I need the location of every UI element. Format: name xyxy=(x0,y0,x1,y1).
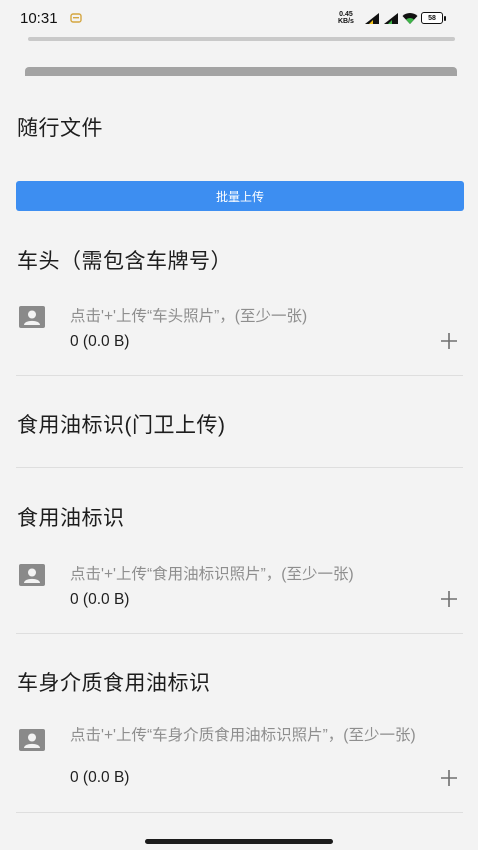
photo-icon xyxy=(19,729,45,751)
section-title-body-oil-mark: 车身介质食用油标识 xyxy=(17,672,211,695)
scroll-remnant-bar xyxy=(25,67,457,76)
file-size-vehicle-head: 0 (0.0 B) xyxy=(70,333,130,350)
upload-hint-body-oil-mark: 点击'+'上传“车身介质食用油标识照片”，(至少一张) xyxy=(70,727,416,744)
status-bar: 10:31 0.45 KB/s 58 xyxy=(0,0,478,34)
photo-icon xyxy=(19,306,45,328)
wifi-icon xyxy=(402,12,418,24)
signal-icon xyxy=(365,12,379,24)
status-time: 10:31 xyxy=(20,10,58,27)
divider xyxy=(16,633,463,634)
section-title-attached-files: 随行文件 xyxy=(17,117,103,140)
batch-upload-button[interactable]: 批量上传 xyxy=(16,181,464,211)
add-photo-vehicle-head-icon[interactable] xyxy=(438,330,460,352)
battery-icon: 58 xyxy=(421,12,446,24)
battery-level: 58 xyxy=(428,14,436,22)
section-title-oil-mark: 食用油标识 xyxy=(17,507,125,530)
divider xyxy=(16,467,463,468)
section-title-oil-mark-guard: 食用油标识(门卫上传) xyxy=(17,414,226,437)
section-title-vehicle-head: 车头（需包含车牌号） xyxy=(17,250,232,273)
home-indicator[interactable] xyxy=(145,839,333,844)
upload-hint-oil-mark: 点击'+'上传“食用油标识照片”，(至少一张) xyxy=(70,566,354,583)
add-photo-oil-mark-icon[interactable] xyxy=(438,588,460,610)
net-speed: 0.45 KB/s xyxy=(338,11,354,25)
file-size-body-oil-mark: 0 (0.0 B) xyxy=(70,769,130,786)
photo-icon xyxy=(19,564,45,586)
upload-hint-vehicle-head: 点击'+'上传“车头照片”，(至少一张) xyxy=(70,308,308,325)
signal-icon xyxy=(384,12,398,24)
divider xyxy=(16,375,463,376)
scroll-remnant-line xyxy=(28,37,455,41)
notification-icon xyxy=(70,13,82,23)
file-size-oil-mark: 0 (0.0 B) xyxy=(70,591,130,608)
divider xyxy=(16,812,463,813)
net-speed-unit: KB/s xyxy=(338,18,354,25)
status-icons: 58 xyxy=(364,11,446,25)
add-photo-body-oil-mark-icon[interactable] xyxy=(438,767,460,789)
net-speed-value: 0.45 xyxy=(339,11,353,18)
